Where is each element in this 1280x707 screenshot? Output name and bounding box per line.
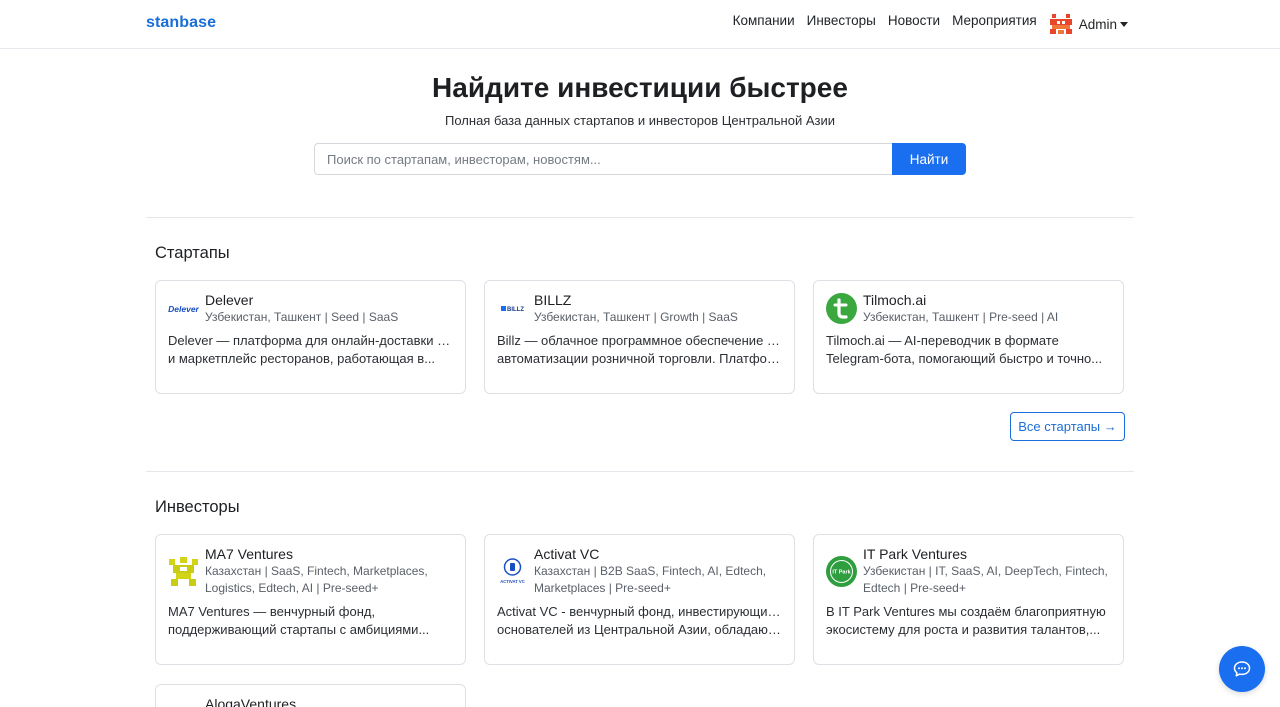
investor-card-ma7[interactable]: MA7 Ventures Казахстан | SaaS, Fintech, … <box>155 534 466 665</box>
nav-link-events[interactable]: Мероприятия <box>952 14 1037 28</box>
search-input[interactable] <box>314 143 893 175</box>
startup-description: Billz — облачное программное обеспечение… <box>497 332 782 368</box>
itpark-logo: IT Park <box>826 556 857 587</box>
description-line: основателей из Центральной Азии, обладаю… <box>497 622 782 637</box>
activat-logo: ACTIVAT VC <box>500 558 525 584</box>
avatar-icon <box>1048 12 1073 36</box>
nav-link-investors[interactable]: Инвесторы <box>807 14 876 28</box>
description-line: Billz — облачное программное обеспечение… <box>497 333 782 348</box>
nav-links: Компании Инвесторы Новости Мероприятия A… <box>721 0 1128 48</box>
investor-name[interactable]: MA7 Ventures <box>205 546 293 562</box>
divider <box>146 471 1134 472</box>
investor-card-aloqa[interactable]: AloqaVentures <box>155 684 466 707</box>
description-line: В IT Park Ventures мы создаём благоприят… <box>826 604 1106 619</box>
description-line: Tilmoch.ai — AI-переводчик в формате <box>826 333 1059 348</box>
description-line: Activat VC - венчурный фонд, инвестирующ… <box>497 604 782 619</box>
startup-card-delever[interactable]: Delever Delever Узбекистан, Ташкент | Se… <box>155 280 466 394</box>
hero-title: Найдите инвестиции быстрее <box>432 72 848 103</box>
investor-description: В IT Park Ventures мы создаём благоприят… <box>826 603 1111 639</box>
startup-name[interactable]: Tilmoch.ai <box>863 292 926 308</box>
startup-name[interactable]: Delever <box>205 292 253 308</box>
tilmoch-logo <box>826 293 857 324</box>
brand-logo[interactable]: stanbase <box>146 14 216 32</box>
delever-logo-text: Delever <box>168 304 199 314</box>
investor-description: Activat VC - венчурный фонд, инвестирующ… <box>497 603 782 639</box>
investor-meta: Узбекистан | IT, SaaS, AI, DeepTech, Fin… <box>863 564 1108 595</box>
ma7-logo <box>169 557 198 586</box>
description-line: MA7 Ventures — венчурный фонд, <box>168 604 376 619</box>
startups-section-title: Стартапы <box>155 244 230 262</box>
startup-card-tilmoch[interactable]: Tilmoch.ai Узбекистан, Ташкент | Pre-see… <box>813 280 1124 394</box>
divider <box>146 217 1134 218</box>
description-line: Delever — платформа для онлайн-доставки … <box>168 333 453 348</box>
chat-bubble-icon <box>1233 661 1251 677</box>
investor-card-activat[interactable]: ACTIVAT VC Activat VC Казахстан | B2B Sa… <box>484 534 795 665</box>
investor-name[interactable]: AloqaVentures <box>205 696 296 707</box>
itpark-logo-text: IT Park <box>832 570 851 576</box>
investor-meta: Казахстан | SaaS, Fintech, Marketplaces,… <box>205 564 428 595</box>
activat-logo-text: ACTIVAT VC <box>500 579 525 584</box>
chat-button[interactable] <box>1219 646 1265 692</box>
nav-link-news[interactable]: Новости <box>888 14 940 28</box>
investors-section-title: Инвесторы <box>155 498 240 516</box>
billz-logo: BILLZ <box>501 306 524 313</box>
delever-logo: Delever <box>168 304 199 314</box>
navbar: stanbase Компании Инвесторы Новости Меро… <box>0 0 1280 49</box>
chevron-down-icon <box>1120 22 1128 27</box>
investor-name[interactable]: IT Park Ventures <box>863 546 967 562</box>
startup-card-billz[interactable]: BILLZ BILLZ Узбекистан, Ташкент | Growth… <box>484 280 795 394</box>
startup-description: Tilmoch.ai — AI-переводчик в формате Tel… <box>826 332 1111 368</box>
startup-meta: Узбекистан, Ташкент | Pre-seed | AI <box>863 310 1059 324</box>
startup-description: Delever — платформа для онлайн-доставки … <box>168 332 453 368</box>
investor-meta: Казахстан | B2B SaaS, Fintech, AI, Edtec… <box>534 564 767 595</box>
description-line: экосистему для роста и развития талантов… <box>826 622 1101 637</box>
description-line: поддерживающий стартапы с амбициями... <box>168 622 430 637</box>
investor-name[interactable]: Activat VC <box>534 546 599 562</box>
search-button[interactable]: Найти <box>892 143 966 175</box>
startup-meta: Узбекистан, Ташкент | Growth | SaaS <box>534 310 738 324</box>
hero-subtitle: Полная база данных стартапов и инвесторо… <box>445 113 835 128</box>
investor-card-itpark[interactable]: IT Park IT Park Ventures Узбекистан | IT… <box>813 534 1124 665</box>
startup-name[interactable]: BILLZ <box>534 292 571 308</box>
description-line: автоматизации розничной торговли. Платфо… <box>497 351 782 366</box>
startup-meta: Узбекистан, Ташкент | Seed | SaaS <box>205 310 399 324</box>
all-startups-button[interactable]: Все стартапы → <box>1010 412 1125 441</box>
description-line: и маркетплейс ресторанов, работающая в..… <box>168 351 436 366</box>
user-menu[interactable]: Admin <box>1048 12 1128 36</box>
description-line: Telegram-бота, помогающий быстро и точно… <box>826 351 1103 366</box>
billz-logo-text: BILLZ <box>507 307 524 313</box>
investor-description: MA7 Ventures — венчурный фонд, поддержив… <box>168 603 453 639</box>
nav-link-companies[interactable]: Компании <box>733 14 795 28</box>
user-name: Admin <box>1078 16 1117 32</box>
